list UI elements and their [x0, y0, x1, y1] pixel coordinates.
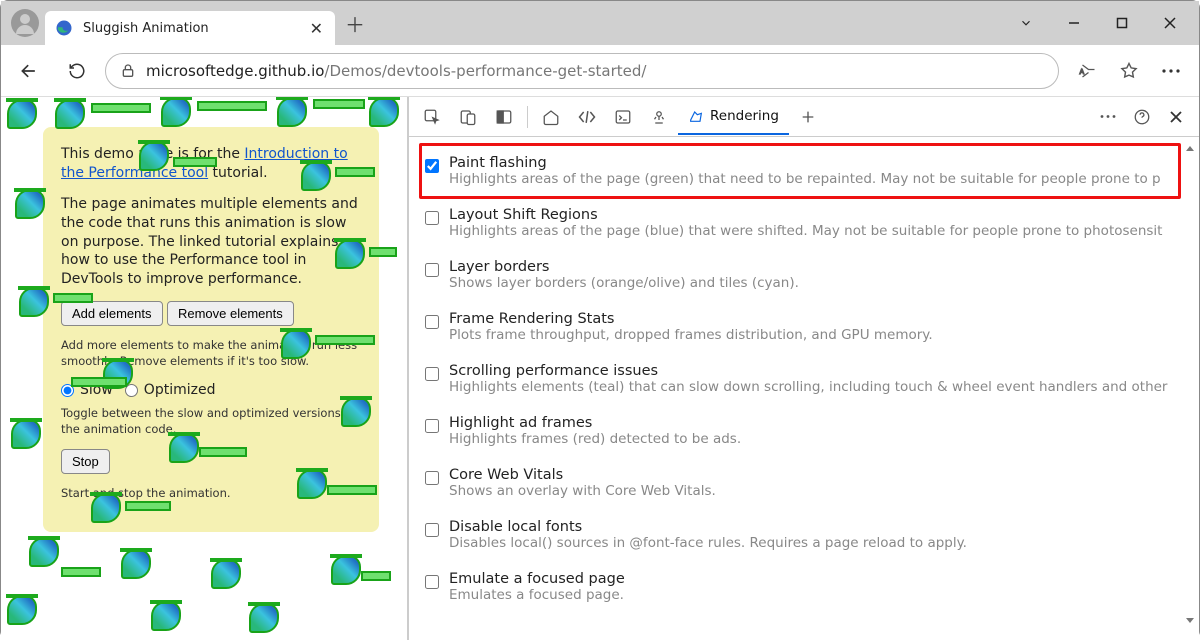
scrollbar[interactable]: [1183, 143, 1197, 626]
elements-tab-icon[interactable]: [570, 99, 604, 135]
rendering-option-scroll: Scrolling performance issuesHighlights e…: [419, 353, 1199, 405]
option-desc: Highlights areas of the page (blue) that…: [449, 223, 1189, 239]
tab-close-icon[interactable]: ✕: [308, 19, 325, 38]
address-bar[interactable]: microsoftedge.github.io/Demos/devtools-p…: [105, 53, 1059, 89]
option-title: Highlight ad frames: [449, 415, 1189, 431]
settings-more-icon[interactable]: [1151, 51, 1191, 91]
body-text: The page animates multiple elements and …: [61, 195, 361, 289]
rendering-options-list: Paint flashingHighlights areas of the pa…: [409, 137, 1199, 640]
console-tab-icon[interactable]: [606, 99, 640, 135]
rendering-option-ads: Highlight ad framesHighlights frames (re…: [419, 405, 1199, 457]
option-desc: Emulates a focused page.: [449, 587, 1189, 603]
option-title: Layout Shift Regions: [449, 207, 1189, 223]
option-desc: Disables local() sources in @font-face r…: [449, 535, 1189, 551]
option-title: Paint flashing: [449, 155, 1189, 171]
option-title: Scrolling performance issues: [449, 363, 1189, 379]
scroll-up-icon[interactable]: [1184, 143, 1196, 155]
rendering-tab-label: Rendering: [710, 108, 779, 124]
close-window-button[interactable]: [1147, 7, 1193, 39]
toggle-help-text: Toggle between the slow and optimized ve…: [61, 406, 361, 437]
device-toolbar-icon[interactable]: [451, 99, 485, 135]
radio-optimized-label: Optimized: [144, 381, 216, 400]
option-desc: Shows an overlay with Core Web Vitals.: [449, 483, 1189, 499]
welcome-tab-icon[interactable]: [534, 99, 568, 135]
demo-card: This demo page is for the Introduction t…: [43, 127, 379, 532]
sources-tab-icon[interactable]: [642, 99, 676, 135]
maximize-button[interactable]: [1099, 7, 1145, 39]
devtools-close-icon[interactable]: [1159, 99, 1193, 135]
window-titlebar: Sluggish Animation ✕ ＋: [1, 1, 1199, 45]
checkbox-fonts[interactable]: [425, 523, 439, 537]
checkbox-layers[interactable]: [425, 263, 439, 277]
option-title: Emulate a focused page: [449, 571, 1189, 587]
scroll-down-icon[interactable]: [1184, 614, 1196, 626]
profile-avatar[interactable]: [11, 9, 39, 37]
checkbox-cwv[interactable]: [425, 471, 439, 485]
add-tab-button[interactable]: [791, 99, 825, 135]
rendering-option-frs: Frame Rendering StatsPlots frame through…: [419, 301, 1199, 353]
favorite-icon[interactable]: [1109, 51, 1149, 91]
chevron-down-icon[interactable]: [1003, 7, 1049, 39]
browser-toolbar: microsoftedge.github.io/Demos/devtools-p…: [1, 45, 1199, 97]
checkbox-scroll[interactable]: [425, 367, 439, 381]
rendering-tab[interactable]: Rendering: [678, 99, 789, 135]
inspect-element-icon[interactable]: [415, 99, 449, 135]
option-desc: Highlights areas of the page (green) tha…: [449, 171, 1189, 187]
add-elements-button[interactable]: Add elements: [61, 301, 163, 326]
devtools-more-icon[interactable]: [1091, 99, 1125, 135]
dock-side-icon[interactable]: [487, 99, 521, 135]
option-desc: Shows layer borders (orange/olive) and t…: [449, 275, 1189, 291]
site-info-icon[interactable]: [120, 63, 136, 79]
rendering-option-paint: Paint flashingHighlights areas of the pa…: [419, 145, 1199, 197]
checkbox-focus[interactable]: [425, 575, 439, 589]
read-aloud-icon[interactable]: A: [1067, 51, 1107, 91]
devtools-tabstrip: Rendering: [409, 97, 1199, 137]
option-title: Layer borders: [449, 259, 1189, 275]
checkbox-frs[interactable]: [425, 315, 439, 329]
rendering-option-layout: Layout Shift RegionsHighlights areas of …: [419, 197, 1199, 249]
checkbox-paint[interactable]: [425, 159, 439, 173]
stop-button[interactable]: Stop: [61, 449, 110, 474]
option-desc: Plots frame throughput, dropped frames d…: [449, 327, 1189, 343]
page-viewport: This demo page is for the Introduction t…: [1, 97, 409, 640]
new-tab-button[interactable]: ＋: [345, 9, 365, 38]
help-icon[interactable]: [1125, 99, 1159, 135]
checkbox-ads[interactable]: [425, 419, 439, 433]
svg-text:A: A: [1080, 68, 1085, 76]
remove-elements-button[interactable]: Remove elements: [167, 301, 294, 326]
url-text: microsoftedge.github.io/Demos/devtools-p…: [146, 62, 646, 80]
option-desc: Highlights elements (teal) that can slow…: [449, 379, 1189, 395]
rendering-option-fonts: Disable local fontsDisables local() sour…: [419, 509, 1199, 561]
rendering-option-cwv: Core Web VitalsShows an overlay with Cor…: [419, 457, 1199, 509]
checkbox-layout[interactable]: [425, 211, 439, 225]
tab-title: Sluggish Animation: [83, 21, 308, 36]
rendering-option-layers: Layer bordersShows layer borders (orange…: [419, 249, 1199, 301]
minimize-button[interactable]: [1051, 7, 1097, 39]
option-desc: Highlights frames (red) detected to be a…: [449, 431, 1189, 447]
rendering-option-focus: Emulate a focused pageEmulates a focused…: [419, 561, 1199, 613]
option-title: Core Web Vitals: [449, 467, 1189, 483]
edge-icon: [55, 19, 73, 37]
back-button[interactable]: [9, 51, 49, 91]
browser-tab[interactable]: Sluggish Animation ✕: [45, 11, 335, 45]
option-title: Disable local fonts: [449, 519, 1189, 535]
devtools-panel: Rendering Paint flashingHighlights areas…: [409, 97, 1199, 640]
reload-button[interactable]: [57, 51, 97, 91]
option-title: Frame Rendering Stats: [449, 311, 1189, 327]
